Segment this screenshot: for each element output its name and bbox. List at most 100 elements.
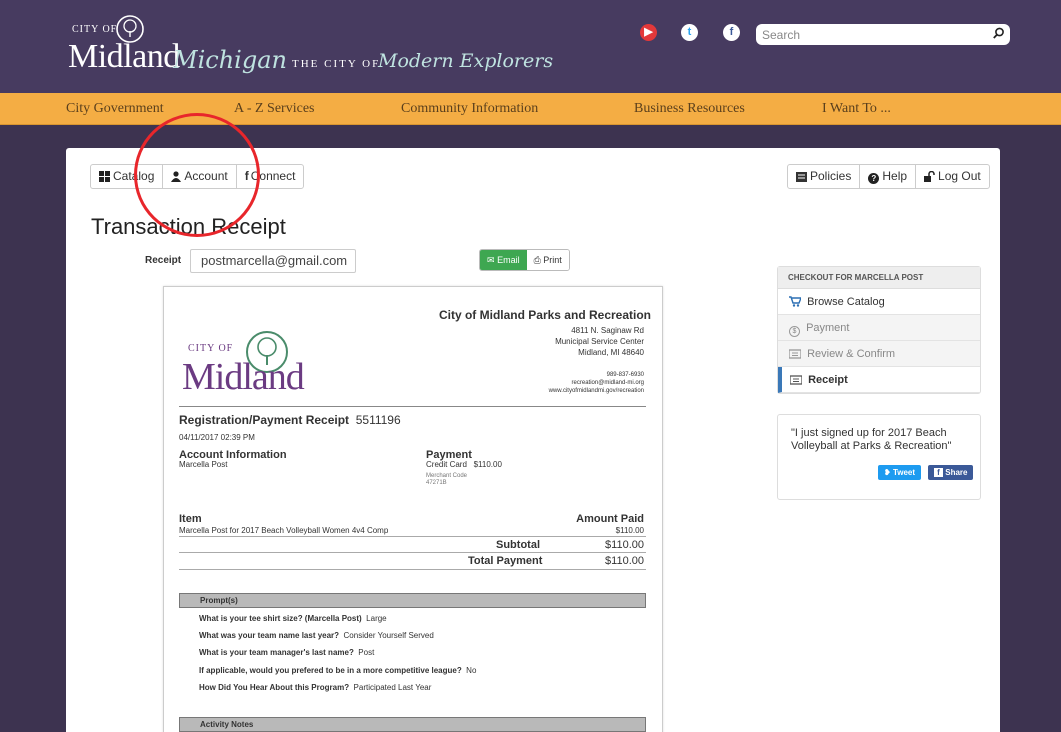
divider xyxy=(179,569,646,570)
checkout-steps-panel: CHECKOUT FOR MARCELLA POST Browse Catalo… xyxy=(777,266,981,394)
nav-a-z-services[interactable]: A - Z Services xyxy=(234,101,314,117)
org-website: www.cityofmidlandmi.gov/recreation xyxy=(548,388,644,394)
policies-label: Policies xyxy=(810,169,852,183)
prompts-header: Prompt(s) xyxy=(179,593,646,608)
email-button[interactable]: ✉ Email xyxy=(480,250,527,270)
payment-details: Credit Card $110.00 xyxy=(426,460,502,469)
logout-label: Log Out xyxy=(938,169,981,183)
address-line: 4811 N. Saginaw Rd xyxy=(571,326,644,335)
tweet-label: Tweet xyxy=(892,468,916,477)
policies-button[interactable]: Policies xyxy=(788,165,861,188)
facebook-icon: f xyxy=(934,468,943,477)
amount-paid-column-header: Amount Paid xyxy=(576,513,644,525)
step-label: Review & Confirm xyxy=(807,348,896,360)
receipt-label: Receipt xyxy=(145,255,182,266)
share-panel: "I just signed up for 2017 Beach Volleyb… xyxy=(777,414,981,500)
prompt-row: What is your team manager's last name? P… xyxy=(199,648,374,657)
prompt-row: How Did You Hear About this Program? Par… xyxy=(199,683,431,692)
document-icon xyxy=(796,172,807,182)
receipt-number: 5511196 xyxy=(355,413,401,427)
twitter-bird-icon: ❥ xyxy=(884,468,891,477)
receipt-document: City of Midland Parks and Recreation CIT… xyxy=(163,286,663,732)
receipt-email-field[interactable]: postmarcella@gmail.com xyxy=(190,249,356,273)
search-input[interactable] xyxy=(756,24,976,45)
doc-logo-midland: Midland xyxy=(182,356,305,398)
divider xyxy=(179,552,646,553)
help-label: Help xyxy=(882,169,908,183)
logo-modern-explorers: Modern Explorers xyxy=(378,50,554,72)
youtube-icon[interactable]: ▶ xyxy=(640,24,657,41)
ticket-icon xyxy=(790,375,802,385)
logo-midland[interactable]: Midland xyxy=(68,38,180,76)
facebook-share-button[interactable]: f Share xyxy=(928,465,974,480)
envelope-icon: ✉ xyxy=(487,255,495,265)
item-column-header: Item xyxy=(179,513,202,525)
logo-city-of: CITY OF xyxy=(72,24,118,35)
unlock-icon xyxy=(924,171,935,182)
nav-business-resources[interactable]: Business Resources xyxy=(634,101,745,117)
logo-michigan: Michigan xyxy=(173,46,287,74)
prompt-answer: Post xyxy=(358,648,375,657)
prompt-answer: Large xyxy=(366,614,387,623)
prompt-question: What was your team name last year? xyxy=(199,631,340,640)
step-review-confirm[interactable]: Review & Confirm xyxy=(778,341,980,367)
help-button[interactable]: ? Help xyxy=(860,165,917,188)
prompt-question: If applicable, would you prefered to be … xyxy=(199,666,462,675)
prompt-question: How Did You Hear About this Program? xyxy=(199,683,350,692)
address-line: Municipal Service Center xyxy=(555,337,644,346)
annotation-circle xyxy=(134,113,260,237)
grid-icon xyxy=(99,171,110,182)
share-text: "I just signed up for 2017 Beach Volleyb… xyxy=(791,427,952,452)
activity-notes-header: Activity Notes xyxy=(179,717,646,732)
receipt-heading-label: Registration/Payment Receipt xyxy=(179,413,350,427)
search-icon[interactable] xyxy=(992,27,1005,40)
print-button[interactable]: ⎙ Print xyxy=(526,250,569,270)
subtotal-value: $110.00 xyxy=(605,539,644,551)
secondary-toolbar: Policies? Help Log Out xyxy=(787,164,990,189)
org-name: City of Midland Parks and Recreation xyxy=(438,308,651,322)
receipt-actions: ✉ Email ⎙ Print xyxy=(479,249,570,271)
receipt-heading: Registration/Payment Receipt 5511196 xyxy=(179,413,401,427)
step-receipt[interactable]: Receipt xyxy=(778,367,980,393)
account-name: Marcella Post xyxy=(179,460,228,469)
prompt-row: If applicable, would you prefered to be … xyxy=(199,666,476,675)
total-payment-label: Total Payment xyxy=(468,555,543,567)
doc-logo-city-of: CITY OF xyxy=(188,343,234,354)
logout-button[interactable]: Log Out xyxy=(916,165,989,188)
prompt-row: What is your tee shirt size? (Marcella P… xyxy=(199,614,387,623)
org-phone: 989-837-6930 xyxy=(606,372,644,378)
step-payment[interactable]: $ Payment xyxy=(778,315,980,341)
logo-the-city-of: THE CITY OF xyxy=(292,58,381,70)
prompt-answer: Participated Last Year xyxy=(353,683,432,692)
org-contact: 989-837-6930 recreation@midland-mi.org w… xyxy=(549,371,644,395)
payment-amount: $110.00 xyxy=(473,460,502,469)
subtotal-label: Subtotal xyxy=(496,539,540,551)
nav-city-government[interactable]: City Government xyxy=(66,101,164,117)
help-icon: ? xyxy=(868,173,880,184)
twitter-icon[interactable]: t xyxy=(681,24,698,41)
dollar-icon: $ xyxy=(789,326,800,337)
receipt-datetime: 04/11/2017 02:39 PM xyxy=(179,433,255,442)
site-header: CITY OF Midland Michigan THE CITY OF Mod… xyxy=(0,0,1061,93)
nav-community-information[interactable]: Community Information xyxy=(401,101,538,117)
divider xyxy=(179,406,646,407)
ticket-icon xyxy=(789,349,801,359)
payment-method: Credit Card xyxy=(426,460,467,469)
org-email: recreation@midland-mi.org xyxy=(571,380,644,386)
step-label: Receipt xyxy=(808,374,848,386)
address-line: Midland, MI 48640 xyxy=(578,348,644,357)
facebook-icon[interactable]: f xyxy=(723,24,740,41)
checkout-heading: CHECKOUT FOR MARCELLA POST xyxy=(778,267,980,289)
printer-icon: ⎙ xyxy=(533,255,541,265)
search-field[interactable] xyxy=(756,24,1010,45)
total-payment-value: $110.00 xyxy=(605,555,644,567)
tweet-button[interactable]: ❥ Tweet xyxy=(878,465,922,480)
step-browse-catalog[interactable]: Browse Catalog xyxy=(778,289,980,315)
prompt-question: What is your tee shirt size? (Marcella P… xyxy=(199,614,362,623)
main-nav: City Government A - Z Services Community… xyxy=(0,93,1061,125)
prompt-row: What was your team name last year? Consi… xyxy=(199,631,434,640)
line-item-amount: $110.00 xyxy=(615,526,644,535)
org-address: 4811 N. Saginaw Rd Municipal Service Cen… xyxy=(555,325,644,358)
prompt-answer: Consider Yourself Served xyxy=(343,631,434,640)
nav-i-want-to[interactable]: I Want To ... xyxy=(822,101,891,117)
